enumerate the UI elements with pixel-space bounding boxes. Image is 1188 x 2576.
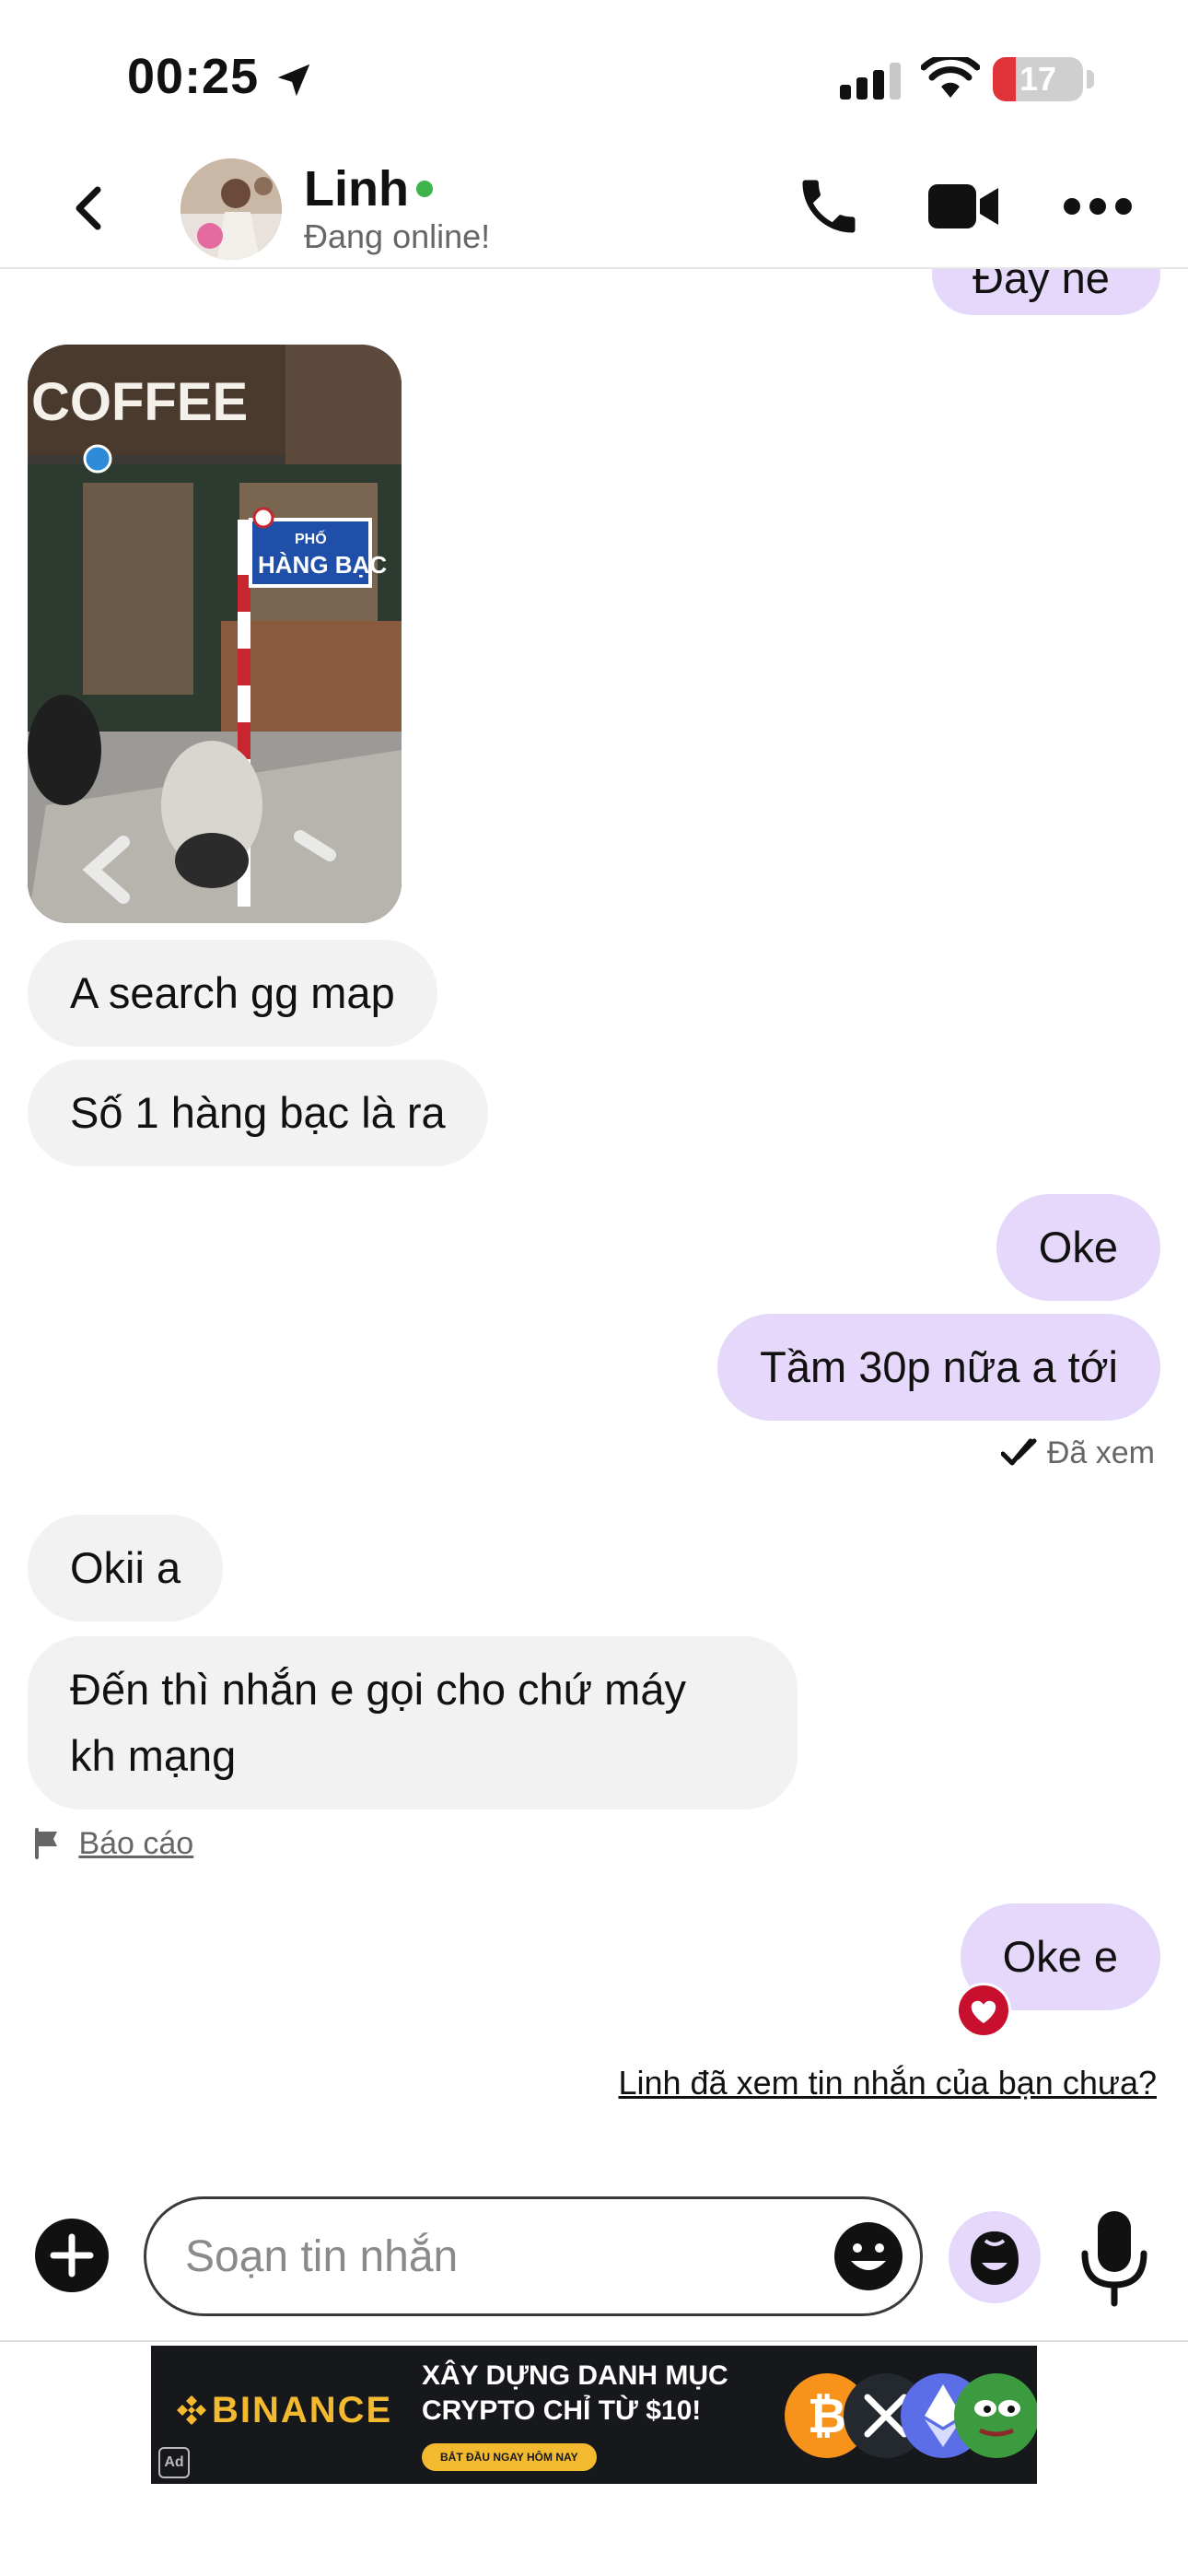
message-input[interactable]: [144, 2196, 923, 2316]
heart-icon: [959, 1985, 1008, 2035]
ad-cta-button[interactable]: BẮT ĐẦU NGAY HÔM NAY: [422, 2443, 597, 2471]
message-text: Tầm 30p nữa a tới: [760, 1342, 1118, 1391]
outgoing-message[interactable]: Tầm 30p nữa a tới: [717, 1314, 1160, 1421]
pepe-icon: [954, 2373, 1037, 2458]
svg-text:₿: ₿: [808, 2390, 846, 2443]
incoming-message[interactable]: A search gg map: [28, 940, 437, 1047]
sticker-face-icon: [971, 2231, 1019, 2285]
contact-name: Linh: [304, 161, 409, 217]
wifi-icon: [921, 57, 980, 98]
status-bar: 00:25 17: [0, 0, 1188, 147]
chat-header: Linh Đang online!: [0, 147, 1188, 269]
street-view-photo: COFFEE PHỐ HÀNG BẠC: [28, 345, 402, 923]
ad-banner[interactable]: BINANCE XÂY DỰNG DANH MỤC CRYPTO CHỈ TỪ …: [151, 2346, 1037, 2484]
shared-photo-message[interactable]: COFFEE PHỐ HÀNG BẠC: [28, 345, 402, 923]
battery-icon: 17: [993, 57, 1083, 101]
ad-headline: XÂY DỰNG DANH MỤC CRYPTO CHỈ TỪ $10!: [422, 2360, 728, 2426]
emoji-icon[interactable]: [833, 2220, 904, 2292]
double-check-icon: [1000, 1438, 1037, 1466]
plus-icon: [50, 2233, 94, 2277]
incoming-message[interactable]: Okii a: [28, 1515, 224, 1622]
ad-brand: BINANCE: [212, 2390, 393, 2430]
back-arrow-icon[interactable]: [59, 177, 122, 240]
message-text: Oke: [1038, 1223, 1118, 1271]
add-attachment-button[interactable]: [35, 2219, 109, 2292]
avatar-image: [181, 158, 282, 260]
message-text: Số 1 hàng bạc là ra: [70, 1088, 446, 1137]
video-camera-icon[interactable]: [926, 181, 1000, 232]
ad-divider: [0, 2340, 1188, 2342]
read-receipt-label: Đã xem: [1046, 1435, 1155, 1470]
message-text: Oke e: [1002, 1932, 1118, 1981]
online-indicator: [416, 181, 433, 197]
flag-icon: [35, 1828, 57, 1859]
outgoing-message[interactable]: Oke: [996, 1194, 1160, 1301]
ad-badge: Ad: [158, 2447, 190, 2478]
cellular-signal-icon: [840, 63, 901, 100]
phone-icon[interactable]: [794, 171, 864, 241]
microphone-icon[interactable]: [1077, 2207, 1151, 2307]
street-sign-top: PHỐ: [295, 529, 327, 547]
incoming-message[interactable]: Số 1 hàng bạc là ra: [28, 1060, 488, 1166]
message-text-line: kh mạng: [70, 1731, 237, 1780]
status-time: 00:25: [127, 49, 260, 104]
report-link[interactable]: Báo cáo: [33, 1826, 193, 1862]
seen-question-link[interactable]: Linh đã xem tin nhắn của bạn chưa?: [618, 2064, 1157, 2102]
sticker-button[interactable]: [949, 2211, 1041, 2303]
composer: [0, 2174, 1188, 2340]
more-options-icon[interactable]: [1063, 195, 1133, 217]
avatar[interactable]: [181, 158, 282, 260]
report-label: Báo cáo: [78, 1826, 194, 1861]
message-text: Okii a: [70, 1543, 181, 1592]
message-text-line: Đến thì nhắn e gọi cho chứ máy: [70, 1665, 686, 1714]
contact-status: Đang online!: [304, 217, 491, 255]
read-receipt: Đã xem: [1000, 1435, 1155, 1471]
battery-label: 17: [1019, 60, 1057, 98]
message-text: A search gg map: [70, 968, 395, 1017]
binance-logo-icon: [177, 2395, 206, 2425]
heart-reaction[interactable]: [956, 1983, 1011, 2038]
location-arrow-icon: [277, 64, 310, 97]
incoming-message[interactable]: Đến thì nhắn e gọi cho chứ máy kh mạng: [28, 1636, 798, 1809]
street-sign-main: HÀNG BẠC: [258, 551, 387, 579]
battery-cap: [1087, 70, 1094, 88]
photo-sign-text: COFFEE: [31, 372, 248, 432]
